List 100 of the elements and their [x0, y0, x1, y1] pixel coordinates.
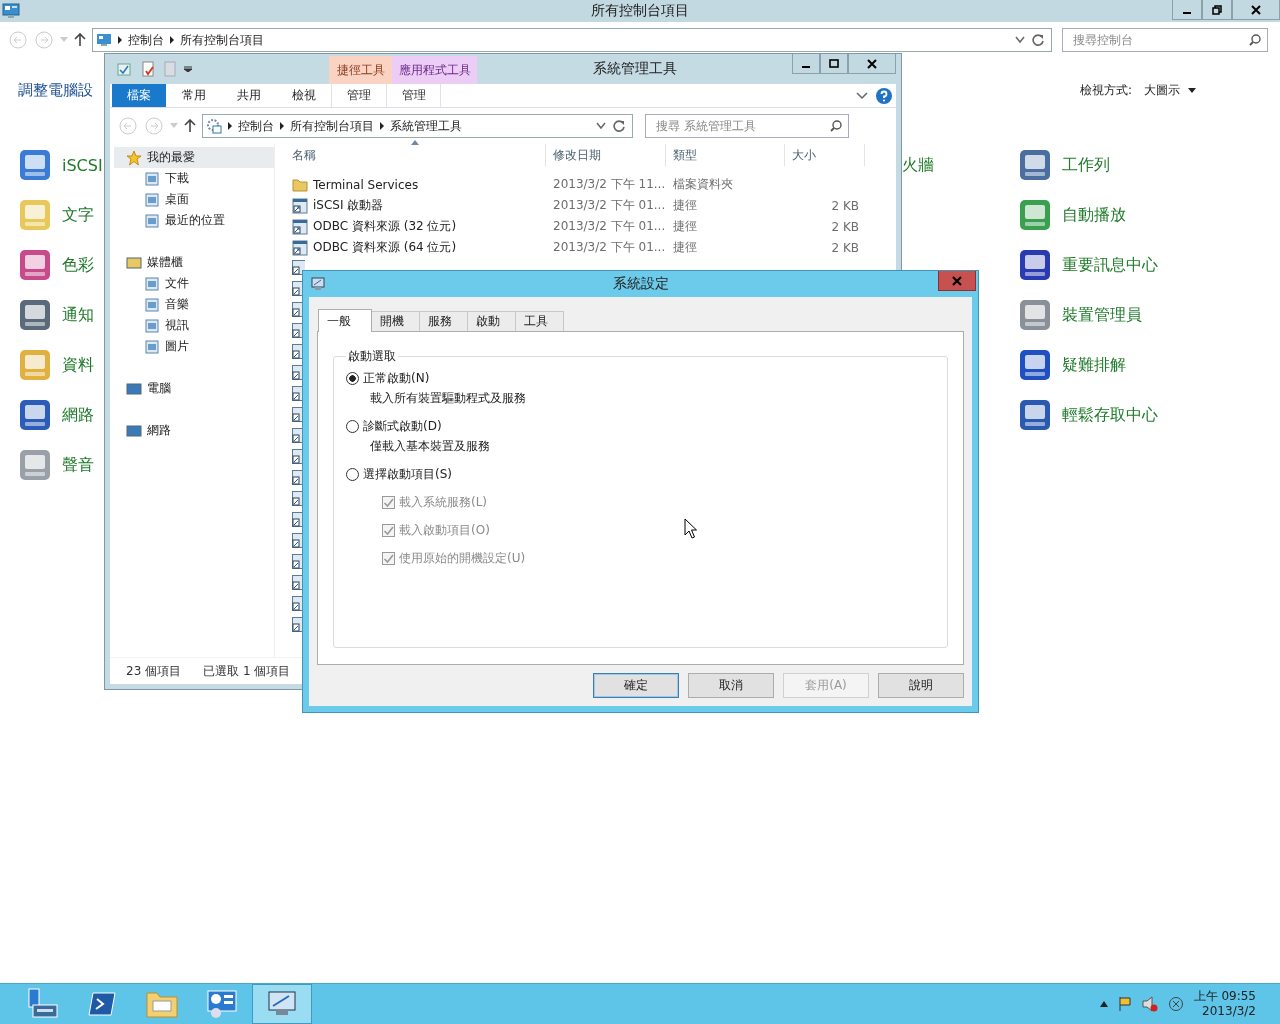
option-description: 僅載入基本裝置及服務 [369, 438, 491, 455]
applet-link[interactable]: 聲音 [62, 454, 94, 476]
applet-icon[interactable] [1018, 348, 1052, 382]
applet-link[interactable]: 網路 [62, 404, 94, 426]
applet-icon[interactable] [1018, 398, 1052, 432]
radio-button[interactable] [346, 371, 359, 385]
dialog-button[interactable]: 取消 [688, 673, 774, 698]
flag-icon[interactable] [1117, 996, 1132, 1012]
applet-link[interactable]: 通知 [62, 304, 94, 326]
tab[interactable]: 啟動 [467, 311, 516, 331]
breadcrumb-item[interactable]: 所有控制台項目 [290, 117, 374, 135]
file-name[interactable]: ODBC 資料來源 (32 位元) [313, 218, 457, 235]
breadcrumb-item[interactable]: 控制台 [238, 117, 274, 135]
search-input[interactable]: 搜尋控制台 [1071, 32, 1249, 48]
applet-link[interactable]: 色彩 [62, 254, 94, 276]
file-icon [144, 275, 160, 292]
file-name[interactable]: ODBC 資料來源 (64 位元) [313, 239, 457, 256]
applet-icon[interactable] [1018, 248, 1052, 282]
search-input[interactable]: 搜尋 系統管理工具 [654, 118, 830, 134]
nav-item[interactable]: 音樂 [114, 294, 274, 315]
address-bar[interactable]: 控制台 所有控制台項目 [92, 28, 1052, 52]
restore-button[interactable] [1202, 0, 1232, 20]
breadcrumb-item[interactable]: 所有控制台項目 [180, 31, 264, 49]
tab[interactable]: 工具 [515, 311, 564, 331]
ribbon-tab[interactable]: 管理 [386, 84, 441, 107]
search-field[interactable]: 搜尋 系統管理工具 [645, 114, 849, 138]
applet-icon[interactable] [18, 148, 52, 182]
applet-icon[interactable] [18, 248, 52, 282]
nav-item[interactable]: 視訊 [114, 315, 274, 336]
minimize-button[interactable] [1172, 0, 1202, 20]
up-arrow-icon[interactable] [184, 119, 196, 133]
up-arrow-icon[interactable] [74, 33, 86, 47]
applet-link[interactable]: 火牆 [902, 154, 934, 176]
table-cell-text: 2 KB [830, 240, 860, 255]
radio-button[interactable] [346, 419, 359, 433]
dropdown-caret-icon[interactable] [1015, 36, 1025, 44]
close-button[interactable] [848, 54, 896, 74]
applet-link[interactable]: 資料 [62, 354, 94, 376]
dropdown-caret-icon[interactable] [596, 122, 606, 130]
file-name[interactable]: iSCSI 啟動器 [313, 197, 384, 214]
refresh-icon[interactable] [1031, 33, 1045, 47]
radio-button[interactable] [346, 467, 359, 481]
applet-icon[interactable] [1018, 148, 1052, 182]
dialog-button[interactable]: 確定 [593, 673, 679, 698]
chevron-icon [170, 36, 174, 44]
expand-ribbon-icon[interactable] [856, 91, 868, 100]
close-button[interactable] [1232, 0, 1280, 20]
nav-item[interactable]: 網路 [114, 420, 274, 441]
address-bar[interactable]: 控制台 所有控制台項目 系統管理工具 [202, 114, 633, 138]
search-field[interactable]: 搜尋控制台 [1062, 28, 1268, 52]
applet-link[interactable]: 自動播放 [1062, 204, 1126, 226]
nav-item[interactable]: 圖片 [114, 336, 274, 357]
tab[interactable]: 一般 [318, 309, 372, 332]
applet-link[interactable]: 重要訊息中心 [1062, 254, 1158, 276]
dropdown-caret-icon[interactable] [184, 66, 192, 72]
show-hidden-icons-icon[interactable] [1099, 1001, 1108, 1007]
star-icon [126, 149, 142, 166]
help-icon[interactable] [876, 87, 892, 104]
radio-option[interactable]: 選擇啟動項目(S) [346, 465, 452, 483]
applet-link[interactable]: 工作列 [1062, 154, 1110, 176]
taskbar-button[interactable] [252, 984, 312, 1024]
minimize-icon [1182, 11, 1192, 14]
radio-option[interactable]: 診斷式啟動(D) [346, 417, 442, 435]
nav-item[interactable]: 電腦 [114, 378, 274, 399]
gear-icon [206, 118, 222, 134]
speaker-icon[interactable] [1141, 996, 1158, 1012]
refresh-icon[interactable] [612, 119, 626, 133]
applet-link[interactable]: 疑難排解 [1062, 354, 1126, 376]
file-menu-tab[interactable]: 檔案 [112, 84, 166, 107]
search-icon [830, 120, 842, 132]
nav-item[interactable]: 文件 [114, 273, 274, 294]
tab[interactable]: 服務 [419, 311, 468, 331]
view-dropdown[interactable]: 大圖示 [1144, 81, 1196, 99]
breadcrumb-item[interactable]: 系統管理工具 [390, 117, 462, 135]
properties-icon[interactable] [116, 61, 132, 77]
nav-item[interactable]: 最近的位置 [114, 210, 274, 231]
breadcrumb-item[interactable]: 控制台 [128, 31, 164, 49]
dialog-button[interactable]: 說明 [878, 673, 964, 698]
clock[interactable]: 上午 09:55 2013/3/2 [1193, 989, 1256, 1019]
context-tab-header: 捷徑工具 [329, 56, 392, 84]
applet-icon[interactable] [18, 298, 52, 332]
applet-link[interactable]: 裝置管理員 [1062, 304, 1142, 326]
file-icon [144, 212, 160, 229]
applet-link[interactable]: iSCSI [62, 155, 103, 175]
applet-link[interactable]: 輕鬆存取中心 [1062, 404, 1158, 426]
file-name[interactable]: Terminal Services [313, 177, 419, 192]
nav-item[interactable]: 我的最愛 [114, 147, 274, 168]
tab[interactable]: 開機 [371, 311, 420, 331]
table-cell-text: 捷徑 [672, 218, 698, 235]
applet-icon[interactable] [18, 398, 52, 432]
nav-item[interactable]: 下載 [114, 168, 274, 189]
document-icon[interactable] [140, 61, 156, 77]
radio-option[interactable]: 正常啟動(N) [346, 369, 430, 387]
minimize-button[interactable] [792, 54, 820, 74]
maximize-button[interactable] [820, 54, 848, 74]
nav-item[interactable]: 桌面 [114, 189, 274, 210]
table-cell-text: 2013/3/2 下午 01... [552, 197, 666, 214]
nav-item[interactable]: 媒體櫃 [114, 252, 274, 273]
applet-link[interactable]: 文字 [62, 204, 94, 226]
control-panel-icon [2, 3, 20, 19]
